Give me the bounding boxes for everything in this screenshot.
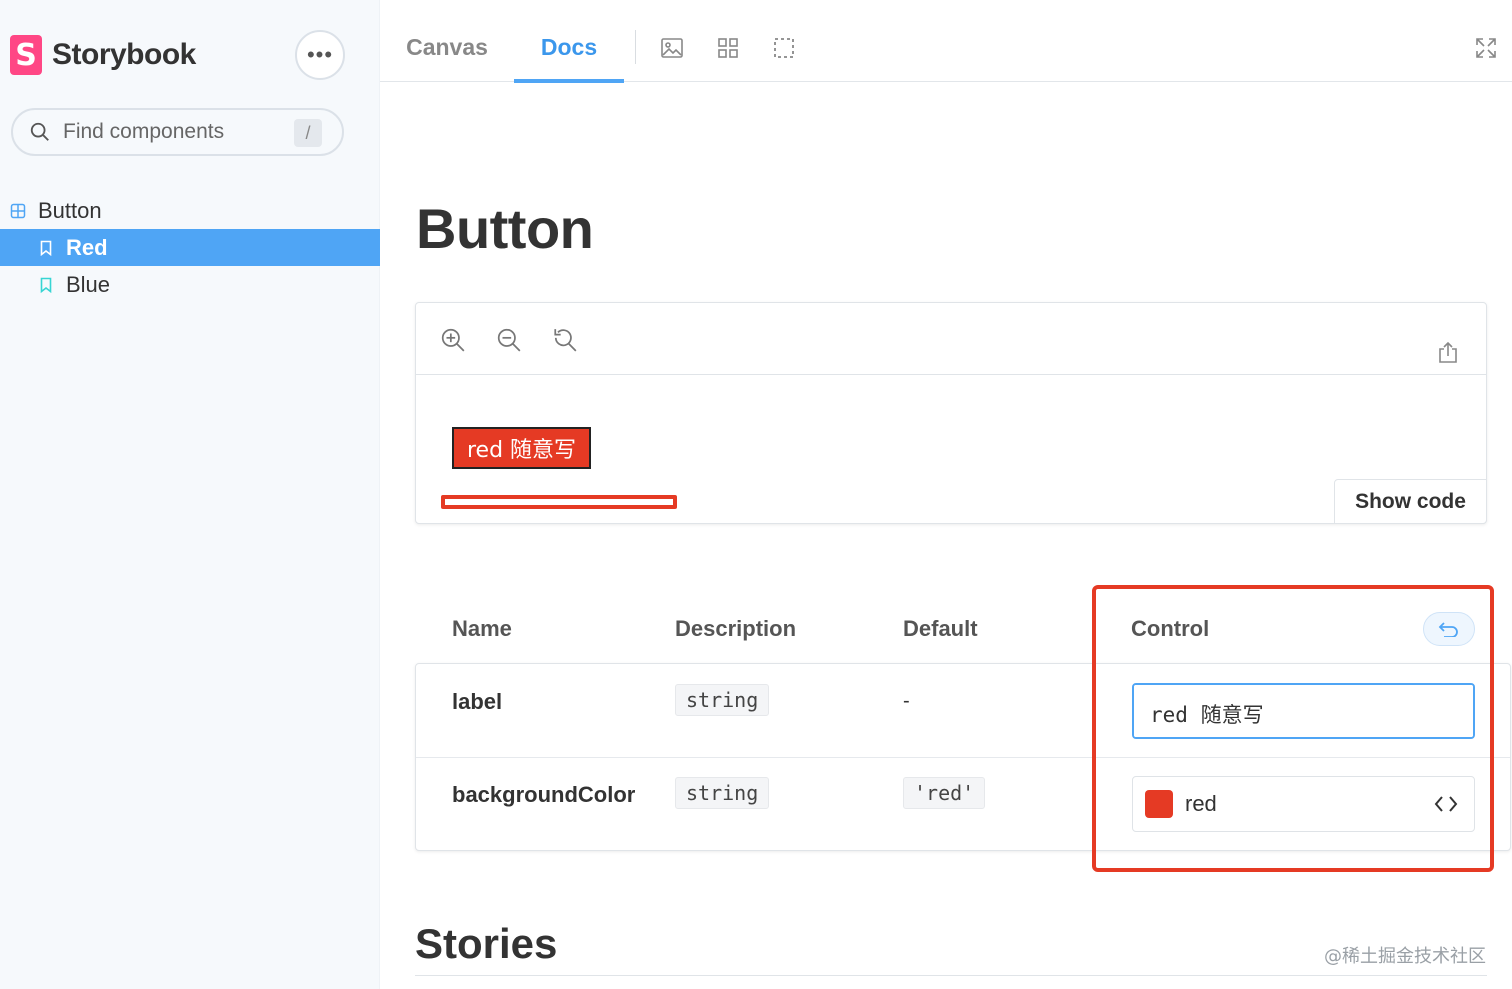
bookmark-icon — [40, 240, 52, 256]
image-icon[interactable] — [660, 36, 684, 60]
toolbar-divider — [635, 30, 636, 64]
arg-default-value: - — [903, 690, 910, 712]
component-icon — [10, 203, 26, 218]
tab-canvas[interactable]: Canvas — [380, 12, 514, 82]
zoom-reset-icon[interactable] — [552, 327, 578, 353]
grid-icon[interactable] — [716, 36, 740, 60]
column-header-control: Control — [1131, 616, 1210, 641]
column-header-name: Name — [452, 616, 512, 641]
search-input[interactable] — [63, 120, 283, 144]
tree-item-label: Red — [66, 234, 108, 260]
arg-name-label: label — [452, 689, 503, 714]
search-box[interactable]: / — [11, 108, 344, 156]
tree-component-button[interactable]: Button — [0, 192, 380, 229]
brand-name: Storybook — [52, 38, 196, 71]
story-preview: red 随意写 Show code — [415, 302, 1487, 524]
stories-heading: Stories — [415, 920, 558, 967]
search-icon — [30, 122, 49, 141]
row-divider — [416, 757, 1510, 758]
undo-icon — [1438, 622, 1458, 637]
args-table: label string - backgroundColor string 'r… — [415, 663, 1511, 851]
preview-toolbar — [416, 303, 1486, 375]
fullscreen-icon[interactable] — [1474, 36, 1498, 60]
watermark: @稀土掘金技术社区 — [1324, 946, 1486, 967]
tree-item-label: Button — [38, 197, 102, 223]
bookmark-icon — [40, 277, 52, 293]
tree-story-red[interactable]: Red — [0, 229, 380, 266]
page-title: Button — [416, 197, 594, 260]
column-header-description: Description — [675, 616, 797, 641]
share-icon[interactable] — [1436, 341, 1460, 365]
tab-docs[interactable]: Docs — [514, 12, 624, 83]
more-menu-button[interactable]: ••• — [295, 30, 345, 80]
arg-default-value: 'red' — [903, 777, 986, 809]
zoom-out-icon[interactable] — [496, 327, 522, 353]
background-color-control[interactable]: red — [1132, 776, 1475, 832]
tree-story-blue[interactable]: Blue — [0, 266, 380, 303]
storybook-logo-icon: S — [10, 35, 42, 75]
zoom-in-icon[interactable] — [440, 327, 466, 353]
label-text-control[interactable] — [1132, 683, 1475, 739]
show-code-button[interactable]: Show code — [1334, 479, 1487, 524]
arg-type-badge: string — [675, 684, 770, 716]
arg-type-badge: string — [675, 777, 770, 809]
column-header-default: Default — [903, 616, 978, 641]
arg-name-backgroundcolor: backgroundColor — [452, 782, 636, 807]
toolbar: Canvas Docs — [380, 12, 1512, 83]
color-value: red — [1185, 791, 1217, 816]
search-shortcut-badge: / — [294, 119, 322, 147]
sidebar: S Storybook ••• / Button Red Blue — [0, 0, 380, 989]
outline-icon[interactable] — [772, 36, 796, 60]
stories-divider — [415, 975, 1487, 976]
demo-red-button[interactable]: red 随意写 — [452, 427, 591, 469]
component-tree: Button Red Blue — [0, 192, 380, 303]
color-swatch[interactable] — [1145, 790, 1173, 818]
reset-controls-button[interactable] — [1423, 612, 1475, 646]
tree-item-label: Blue — [66, 271, 111, 297]
brand[interactable]: S Storybook — [10, 34, 196, 76]
annotation-underline — [441, 495, 677, 509]
code-toggle-icon[interactable] — [1434, 794, 1458, 814]
